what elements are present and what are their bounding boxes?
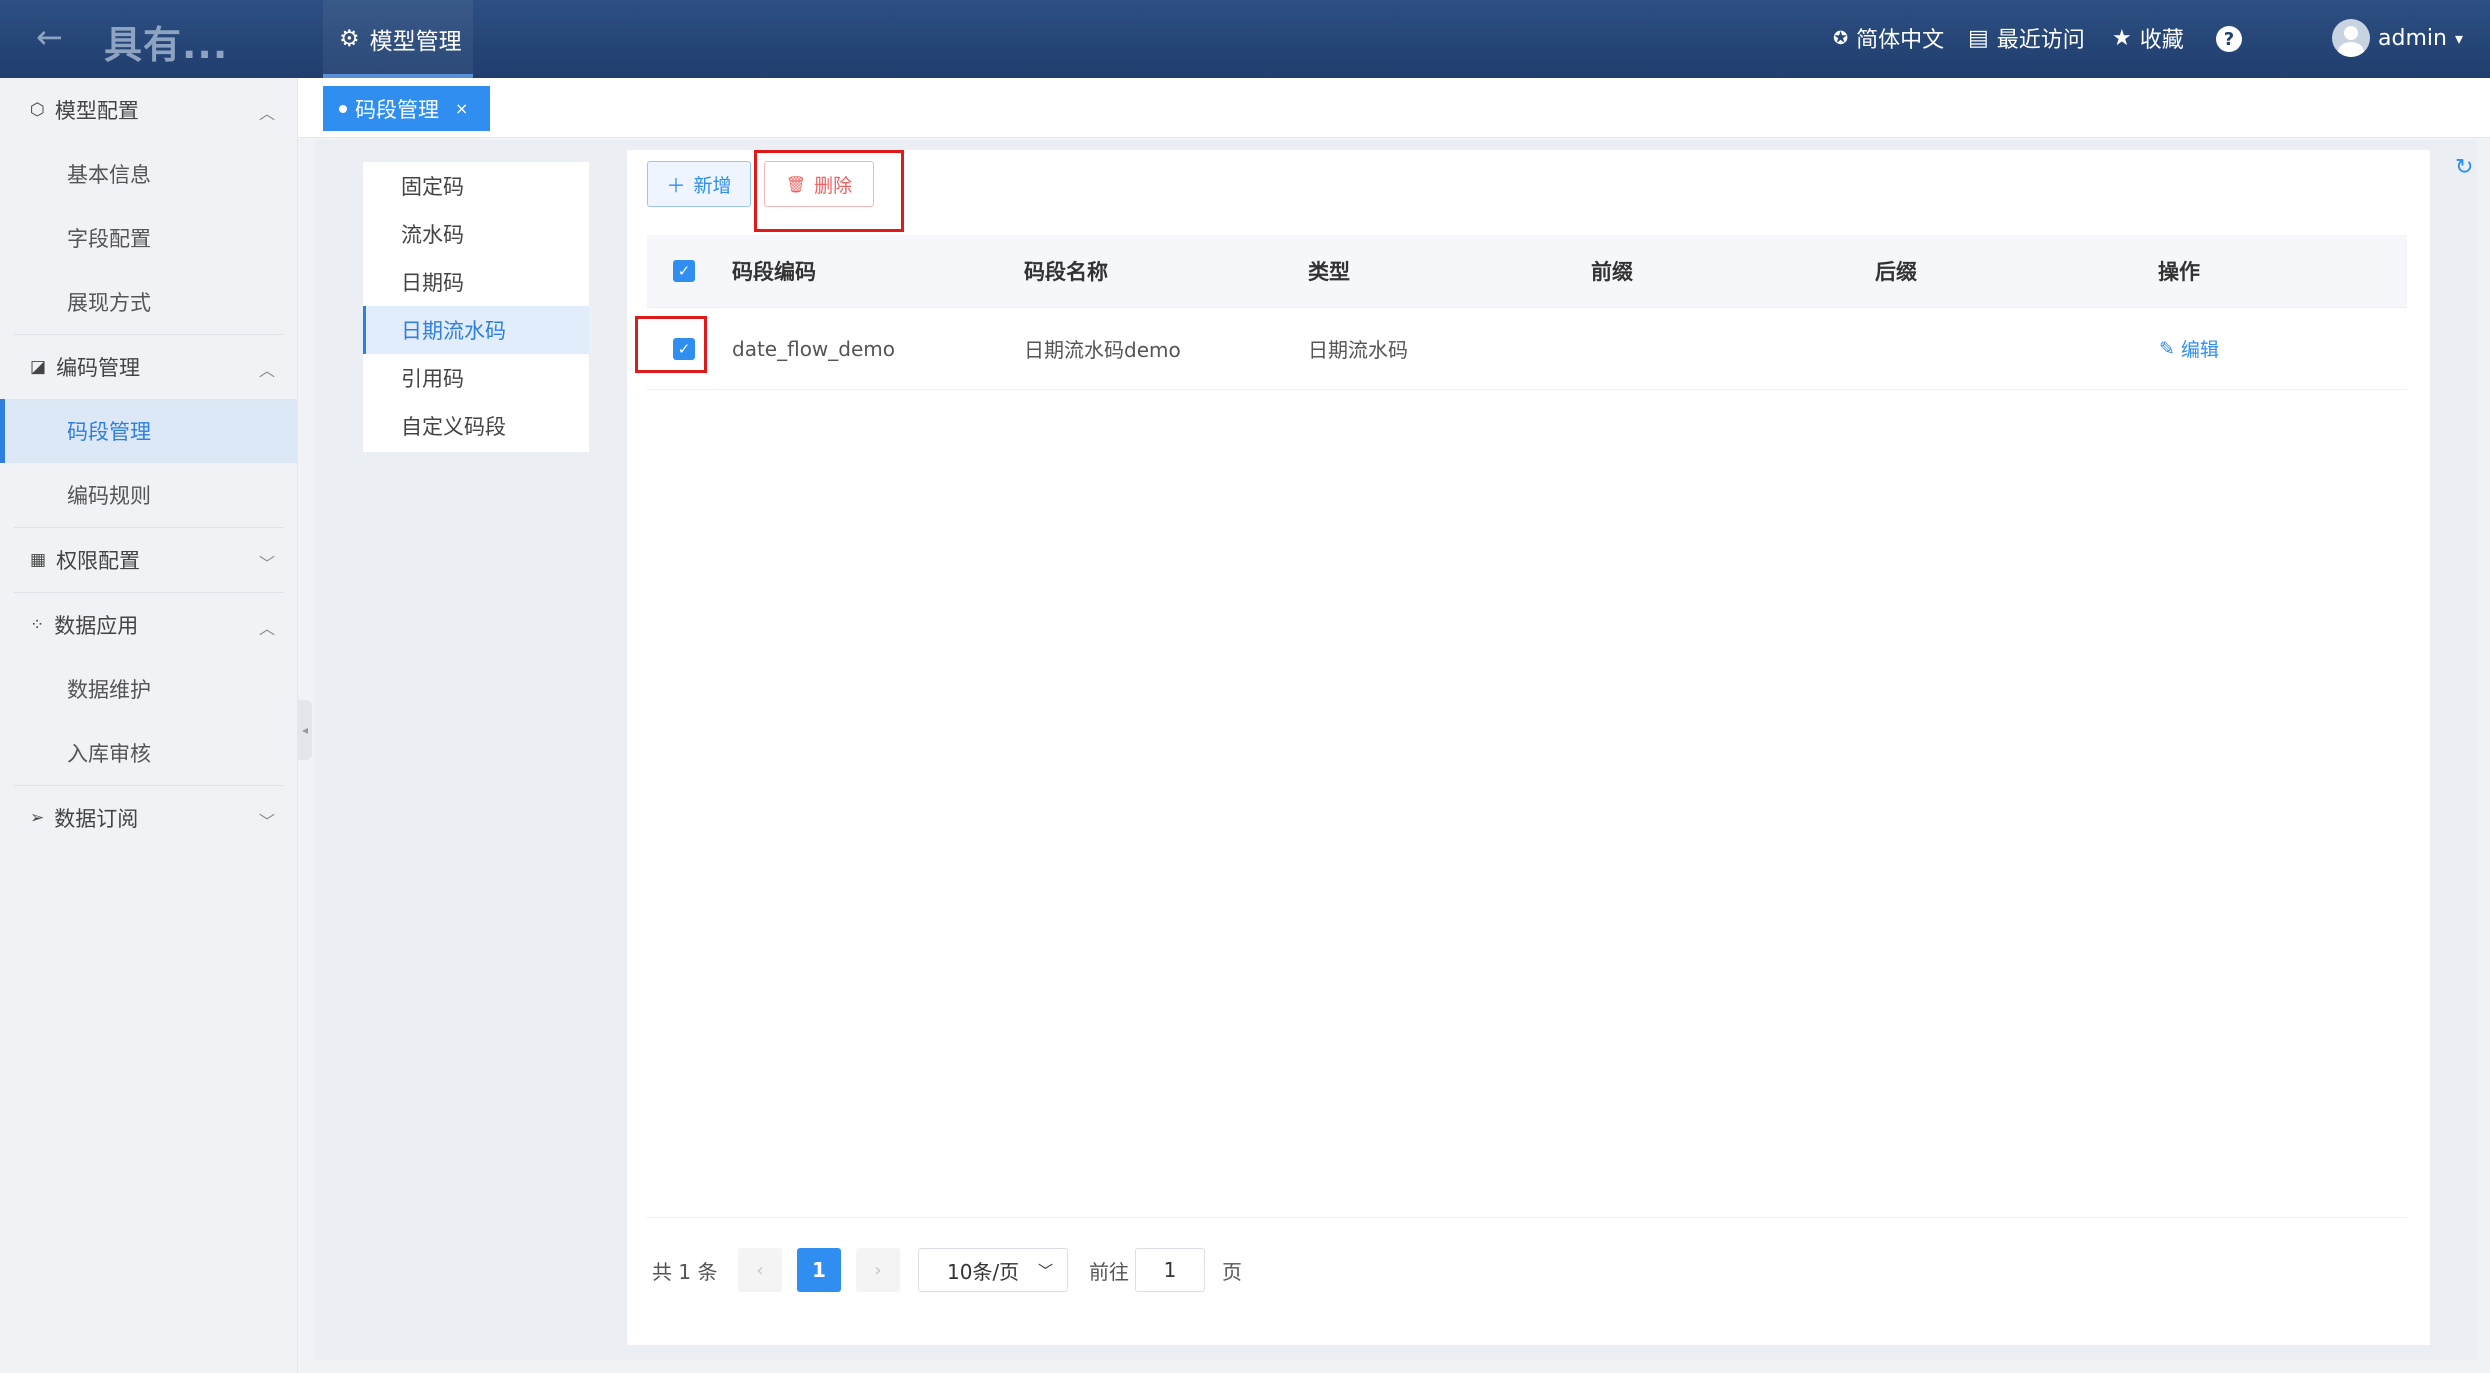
chevron-up-icon: ︿ — [258, 104, 275, 123]
language-label: 简体中文 — [1856, 28, 1945, 53]
refresh-icon[interactable]: ↻ — [2455, 155, 2473, 180]
user-menu[interactable]: admin ▾ — [2332, 19, 2463, 57]
check-icon: ✓ — [673, 260, 695, 282]
next-page-button[interactable]: › — [856, 1248, 900, 1292]
column-header-action: 操作 — [2158, 260, 2200, 284]
sidebar-item-code-rules[interactable]: 编码规则 — [0, 463, 297, 527]
module-tab-model-management[interactable]: ⚙ 模型管理 — [323, 0, 473, 78]
app-brand: 具有... — [104, 23, 229, 67]
globe-icon: ✪ — [1833, 27, 1849, 49]
select-all-checkbox[interactable]: ✓ — [673, 235, 695, 307]
apps-grid-icon: ⁘ — [30, 615, 45, 635]
favorites-label: 收藏 — [2139, 28, 2184, 53]
sidebar-group-data-application[interactable]: ⁘ 数据应用 ︿ — [0, 593, 297, 657]
column-header-code: 码段编码 — [732, 260, 816, 284]
sidebar-item-field-config[interactable]: 字段配置 — [0, 206, 297, 270]
column-header-suffix: 后缀 — [1875, 260, 1917, 284]
sidebar-group-label: 权限配置 — [56, 549, 141, 573]
edit-label: 编辑 — [2180, 339, 2219, 361]
goto-page-input[interactable]: 1 — [1135, 1248, 1205, 1292]
sidebar-item-basic-info[interactable]: 基本信息 — [0, 142, 297, 206]
segment-type-serial[interactable]: 流水码 — [363, 210, 589, 258]
segment-type-fixed[interactable]: 固定码 — [363, 162, 589, 210]
top-header: ← 具有... ⚙ 模型管理 ✪ 简体中文 ▤ 最近访问 ★ 收藏 ? admi… — [0, 0, 2490, 78]
back-arrow-icon[interactable]: ← — [36, 18, 63, 56]
document-icon: ▤ — [1968, 25, 1989, 51]
language-switch[interactable]: ✪ 简体中文 — [1833, 22, 1944, 54]
edit-link[interactable]: ✎ 编辑 — [2159, 308, 2219, 389]
chevron-down-icon: ﹀ — [1037, 1261, 1053, 1280]
chevron-down-icon: ﹀ — [258, 554, 275, 573]
avatar — [2332, 19, 2370, 57]
column-header-name: 码段名称 — [1024, 260, 1108, 284]
total-count: 共 1 条 — [652, 1259, 718, 1284]
sidebar-group-permission-config[interactable]: ▦ 权限配置 ﹀ — [0, 528, 297, 592]
recent-visits[interactable]: ▤ 最近访问 — [1968, 22, 2085, 54]
module-label: 模型管理 — [369, 29, 462, 55]
page-size-select[interactable]: 10条/页 ﹀ — [918, 1248, 1068, 1292]
gear-icon: ⚙ — [339, 26, 360, 52]
prev-page-button[interactable]: ‹ — [738, 1248, 782, 1292]
delete-highlight-box — [754, 150, 904, 232]
segment-type-date-serial[interactable]: 日期流水码 — [363, 306, 589, 354]
sidebar-item-display-mode[interactable]: 展现方式 — [0, 270, 297, 334]
goto-prefix: 前往 — [1089, 1259, 1129, 1284]
close-icon[interactable]: × — [455, 99, 468, 118]
help-button[interactable]: ? — [2216, 26, 2242, 52]
table-header: ✓ 码段编码 码段名称 类型 前缀 后缀 操作 — [647, 235, 2407, 308]
segment-type-custom[interactable]: 自定义码段 — [363, 402, 589, 450]
star-icon: ★ — [2112, 25, 2132, 51]
sidebar-group-label: 数据订阅 — [54, 807, 139, 831]
cell-type: 日期流水码 — [1308, 338, 1408, 362]
cell-name: 日期流水码demo — [1024, 338, 1181, 362]
cell-code: date_flow_demo — [732, 336, 896, 361]
send-icon: ➢ — [30, 808, 45, 828]
favorites[interactable]: ★ 收藏 — [2112, 22, 2184, 54]
add-button[interactable]: ＋ 新增 — [647, 161, 751, 207]
segment-type-date[interactable]: 日期码 — [363, 258, 589, 306]
sidebar-item-segment-management[interactable]: 码段管理 — [0, 399, 297, 463]
chevron-up-icon: ︿ — [258, 619, 275, 638]
goto-suffix: 页 — [1222, 1259, 1242, 1284]
cube-icon: ⬡ — [30, 100, 45, 120]
tab-bar: 码段管理 × — [298, 78, 2490, 138]
chevron-down-icon: ﹀ — [258, 812, 275, 831]
segment-type-reference[interactable]: 引用码 — [363, 354, 589, 402]
content-area: 固定码 流水码 日期码 日期流水码 引用码 自定义码段 ＋ 新增 🗑 删除 ✓ … — [315, 140, 2477, 1360]
table-row[interactable]: ✓ date_flow_demo 日期流水码demo 日期流水码 ✎ 编辑 — [647, 308, 2407, 390]
page-size-value: 10条/页 — [947, 1259, 1020, 1284]
active-dot-icon — [339, 104, 347, 113]
sidebar-item-data-maintenance[interactable]: 数据维护 — [0, 657, 297, 721]
chevron-up-icon: ︿ — [258, 361, 275, 380]
column-header-prefix: 前缀 — [1591, 260, 1633, 284]
sidebar-group-label: 模型配置 — [54, 99, 139, 123]
sidebar: ⬡ 模型配置 ︿ 基本信息 字段配置 展现方式 ◪ 编码管理 ︿ 码段管理 编码… — [0, 78, 298, 1373]
sidebar-collapse-handle[interactable]: ◂ — [298, 700, 312, 760]
chevron-down-icon: ▾ — [2454, 28, 2463, 48]
sidebar-group-data-subscription[interactable]: ➢ 数据订阅 ﹀ — [0, 786, 297, 850]
sidebar-item-storage-review[interactable]: 入库审核 — [0, 721, 297, 785]
row-checkbox-highlight-box — [635, 316, 707, 373]
tab-segment-management[interactable]: 码段管理 × — [323, 86, 490, 131]
chart-icon: ◪ — [30, 357, 47, 377]
pencil-icon: ✎ — [2159, 337, 2175, 360]
sidebar-group-code-management[interactable]: ◪ 编码管理 ︿ — [0, 335, 297, 399]
permission-icon: ▦ — [30, 550, 47, 570]
help-icon: ? — [2216, 26, 2242, 52]
tab-label: 码段管理 — [355, 97, 439, 122]
sidebar-group-label: 编码管理 — [56, 356, 141, 380]
segment-type-menu: 固定码 流水码 日期码 日期流水码 引用码 自定义码段 — [363, 162, 589, 452]
page-number-current[interactable]: 1 — [797, 1248, 841, 1292]
recent-label: 最近访问 — [1996, 28, 2085, 53]
username: admin — [2378, 25, 2447, 51]
column-header-type: 类型 — [1308, 260, 1350, 284]
plus-icon: ＋ — [666, 174, 686, 197]
pagination: 共 1 条 ‹ 1 › 10条/页 ﹀ 前往 1 页 — [647, 1217, 2407, 1292]
sidebar-group-model-config[interactable]: ⬡ 模型配置 ︿ — [0, 78, 297, 142]
add-label: 新增 — [693, 174, 732, 197]
sidebar-group-label: 数据应用 — [54, 614, 139, 638]
segment-table-panel: ＋ 新增 🗑 删除 ✓ 码段编码 码段名称 类型 前缀 后缀 操作 ✓ date… — [627, 150, 2430, 1345]
